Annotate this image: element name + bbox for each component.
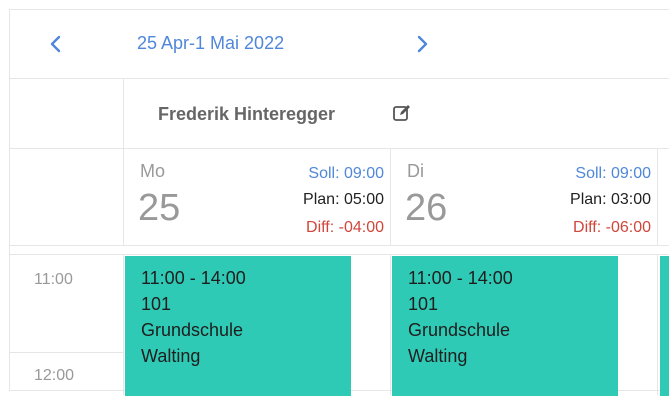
hour-divider bbox=[10, 352, 123, 353]
day-name: Di bbox=[407, 161, 424, 181]
column-divider bbox=[657, 255, 658, 395]
week-navigation-bar: 25 Apr-1 Mai 2022 bbox=[10, 10, 669, 79]
day-number: 25 bbox=[138, 187, 181, 229]
day-number: 26 bbox=[405, 187, 448, 229]
calendar-frame: 25 Apr-1 Mai 2022 Frederik Hinteregger M… bbox=[9, 9, 669, 396]
event-time: 11:00 - 14:00 bbox=[141, 268, 246, 288]
resource-header-row: Frederik Hinteregger bbox=[10, 79, 669, 148]
edit-icon[interactable] bbox=[392, 103, 412, 123]
resource-gutter bbox=[10, 79, 124, 148]
column-divider bbox=[657, 149, 658, 245]
event-time: 11:00 - 14:00 bbox=[408, 268, 513, 288]
soll-hours: Soll: 09:00 bbox=[308, 165, 384, 182]
chevron-right-icon[interactable] bbox=[410, 32, 434, 56]
event-location-detail: Walting bbox=[141, 346, 201, 366]
event-location: Grundschule bbox=[141, 320, 244, 340]
diff-hours: Diff: -06:00 bbox=[573, 219, 651, 236]
event-location: Grundschule bbox=[408, 320, 511, 340]
column-divider bbox=[123, 255, 124, 395]
resource-name: Frederik Hinteregger bbox=[158, 104, 336, 124]
date-range-label[interactable]: 25 Apr-1 Mai 2022 bbox=[137, 33, 284, 54]
plan-hours: Plan: 03:00 bbox=[570, 191, 651, 208]
shift-event[interactable]: 11:00 - 14:00 101 Grundschule Walting bbox=[125, 256, 351, 396]
event-code: 101 bbox=[141, 294, 172, 314]
shift-event-partial[interactable] bbox=[660, 256, 669, 396]
day-name: Mo bbox=[140, 161, 166, 181]
plan-hours: Plan: 05:00 bbox=[303, 191, 384, 208]
day-header-monday[interactable]: Mo 25 Soll: 09:00 Plan: 05:00 Diff: -04:… bbox=[124, 149, 390, 245]
time-grid: 11:00 12:00 11:00 - 14:00 101 Grundschul… bbox=[10, 254, 669, 396]
soll-hours: Soll: 09:00 bbox=[575, 165, 651, 182]
day-header-row: Mo 25 Soll: 09:00 Plan: 05:00 Diff: -04:… bbox=[10, 148, 669, 246]
column-divider bbox=[390, 255, 391, 395]
day-header-tuesday[interactable]: Di 26 Soll: 09:00 Plan: 03:00 Diff: -06:… bbox=[391, 149, 657, 245]
event-location-detail: Walting bbox=[408, 346, 468, 366]
chevron-left-icon[interactable] bbox=[44, 32, 68, 56]
diff-hours: Diff: -04:00 bbox=[306, 219, 384, 236]
event-code: 101 bbox=[408, 294, 439, 314]
shift-event[interactable]: 11:00 - 14:00 101 Grundschule Walting bbox=[392, 256, 618, 396]
time-label: 11:00 bbox=[34, 271, 73, 288]
